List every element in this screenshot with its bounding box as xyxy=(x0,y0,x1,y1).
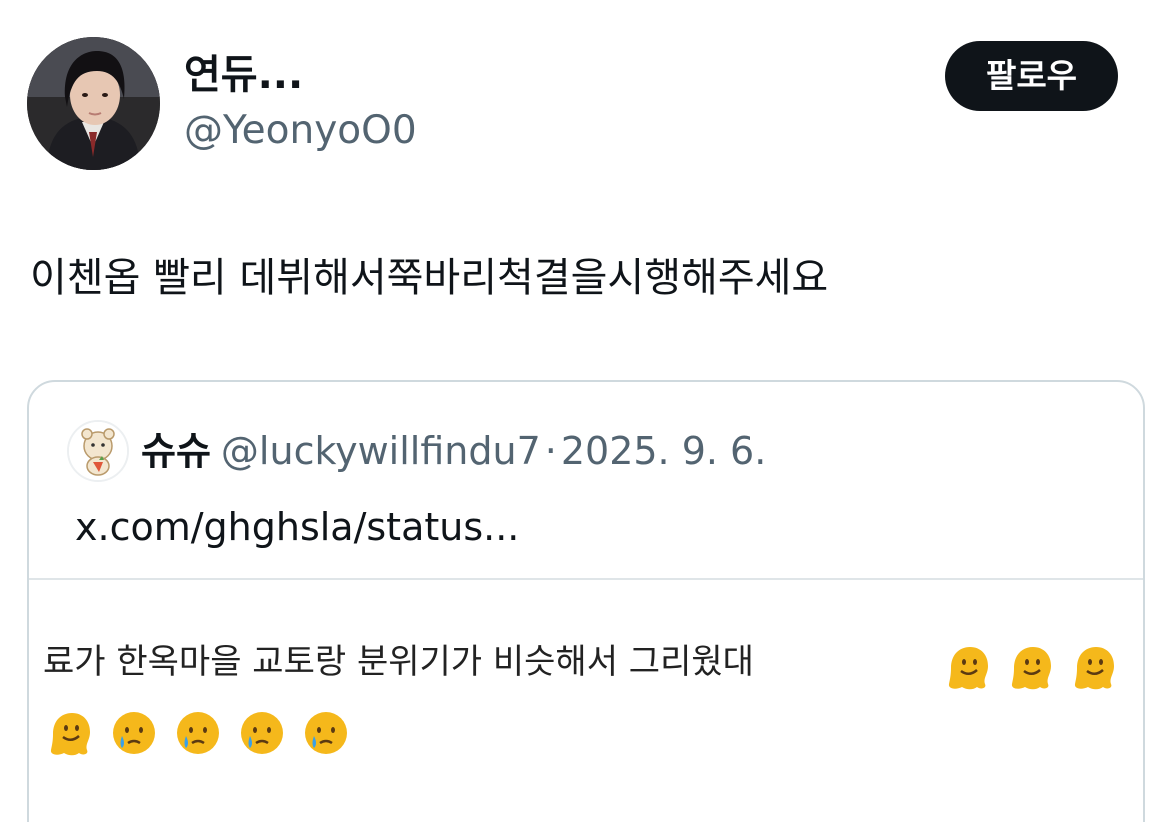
follow-button[interactable]: 팔로우 xyxy=(945,41,1118,111)
tweet-view: 연듀... @YeonyoO0 팔로우 이첸옵 빨리 데뷔해서쭉바리척결을시행해… xyxy=(0,0,1170,822)
quoted-tweet-image[interactable]: 료가 한옥마을 교토랑 분위기가 비슷해서 그리웠대 xyxy=(29,580,1143,822)
quoted-author-avatar[interactable] xyxy=(67,420,129,482)
author-handle[interactable]: @YeonyoO0 xyxy=(184,106,417,156)
quoted-tweet-date[interactable]: 2025. 9. 6. xyxy=(561,429,766,473)
tweet-text: 이첸옵 빨리 데뷔해서쭉바리척결을시행해주세요 xyxy=(30,255,829,301)
crying-face-icon xyxy=(241,712,283,754)
melting-face-icon xyxy=(50,713,90,756)
crying-face-icon xyxy=(113,712,155,754)
author-avatar[interactable] xyxy=(27,37,160,170)
crying-face-icon xyxy=(177,712,219,754)
header-separator: · xyxy=(544,429,557,473)
cartoon-tiger-icon xyxy=(69,422,127,480)
image-caption-text: 료가 한옥마을 교토랑 분위기가 비슷해서 그리웠대 xyxy=(43,642,754,682)
quoted-tweet-link[interactable]: x.com/ghghsla/status... xyxy=(75,502,519,552)
quoted-tweet-card[interactable]: 슈슈 @luckywillfindu7 · 2025. 9. 6. x.com/ghg… xyxy=(27,380,1145,822)
melting-face-icon xyxy=(1011,647,1051,690)
quoted-author-handle[interactable]: @luckywillfindu7 xyxy=(221,429,541,473)
quoted-author-name[interactable]: 슈슈 xyxy=(141,429,211,473)
melting-face-icon xyxy=(1074,647,1114,690)
melting-face-icon xyxy=(948,647,988,690)
crying-face-icon xyxy=(305,712,347,754)
author-display-name[interactable]: 연듀... xyxy=(184,50,303,100)
quoted-tweet-header: 슈슈 @luckywillfindu7 · 2025. 9. 6. xyxy=(141,426,766,476)
profile-photo-icon xyxy=(27,37,160,170)
